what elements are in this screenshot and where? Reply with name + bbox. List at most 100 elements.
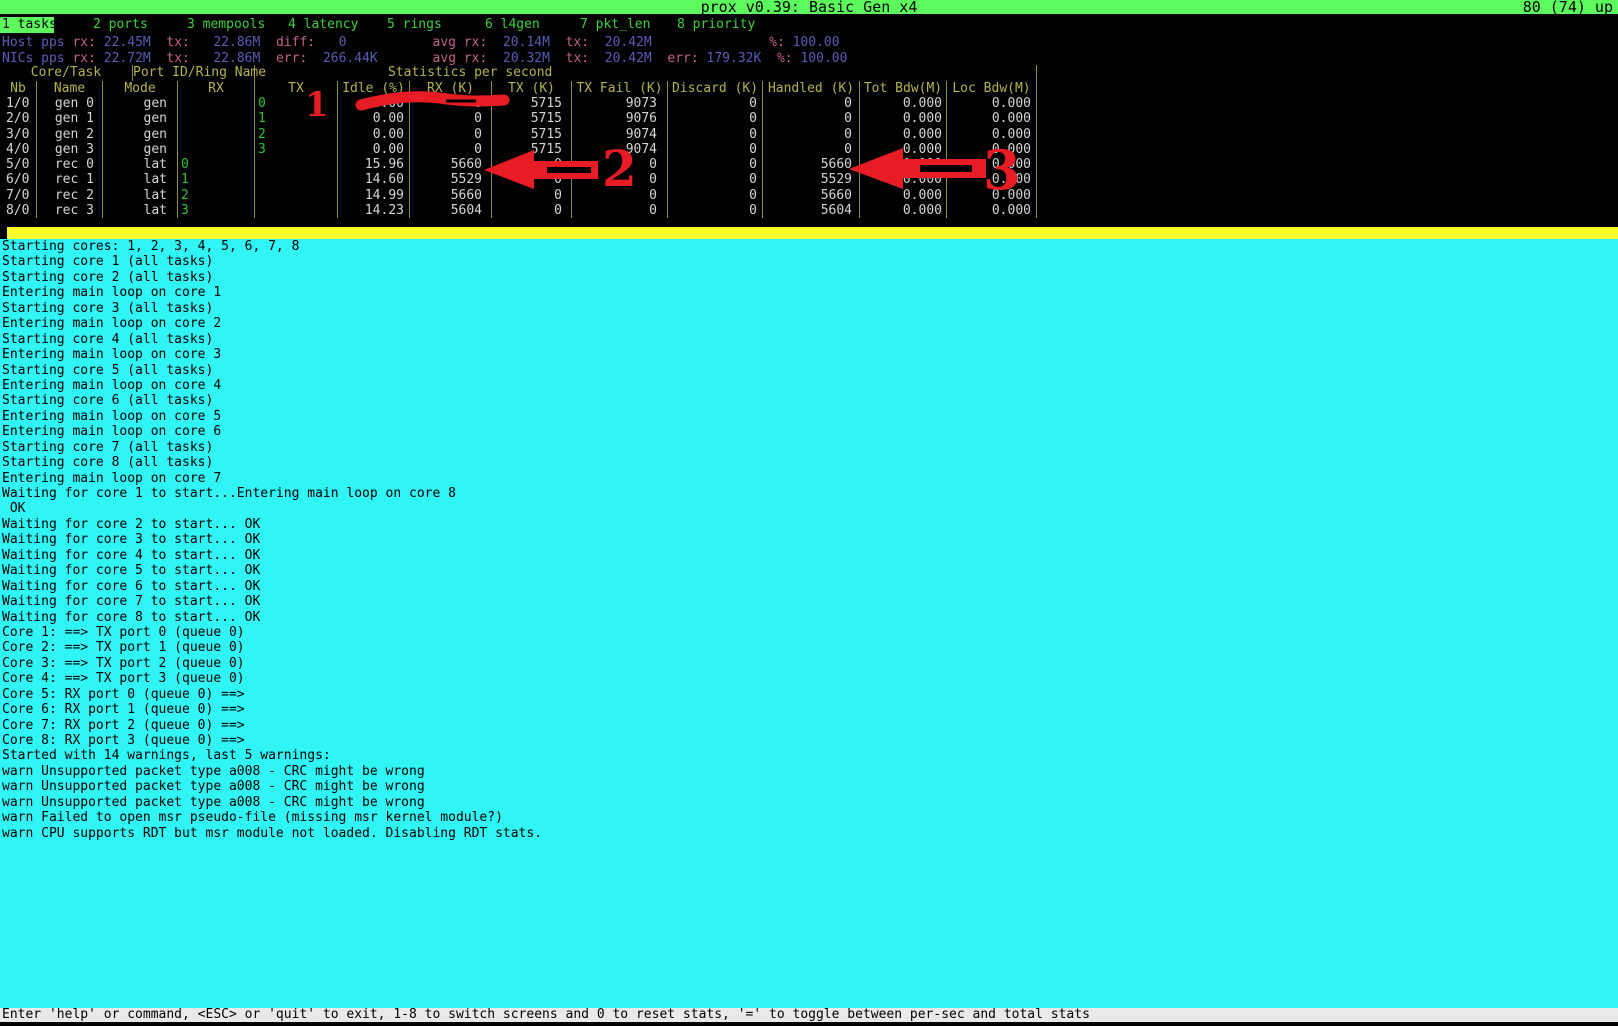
cell: 0 — [572, 188, 668, 203]
cell: 0.000 — [860, 96, 947, 111]
log-line: Entering main loop on core 1 — [0, 285, 1618, 300]
titlebar: prox v0.39: Basic Gen x4 80 (74) up — [0, 0, 1618, 14]
tab-7-pkt_len[interactable]: 7 pkt_len — [580, 17, 650, 33]
stats-segment: 22.86M — [213, 35, 260, 50]
log-line: Core 4: ==> TX port 3 (queue 0) — [0, 671, 1618, 686]
column-header: Tot Bdw(M) — [860, 81, 947, 97]
log-line: Waiting for core 4 to start... OK — [0, 548, 1618, 563]
cell: 0 — [255, 96, 338, 111]
column-header: Discard (K) — [668, 81, 763, 97]
tab-6-l4gen[interactable]: 6 l4gen — [485, 17, 540, 33]
table-row: 1/0gen 0gen00.00057159073000.0000.000 — [0, 96, 1037, 111]
column-header: TX — [255, 81, 338, 97]
column-header: Name — [37, 81, 103, 97]
cell: 0 — [668, 188, 763, 203]
log-line: Waiting for core 2 to start... OK — [0, 517, 1618, 532]
cell: 0 — [572, 203, 668, 218]
cell: 5715 — [492, 127, 572, 142]
log-line: Starting core 2 (all tasks) — [0, 270, 1618, 285]
cell: 9074 — [572, 142, 668, 157]
stats-segment: avg rx: — [433, 35, 503, 50]
log-area: Starting cores: 1, 2, 3, 4, 5, 6, 7, 8 St… — [0, 239, 1618, 1008]
cell: 0.000 — [947, 96, 1037, 111]
stats-segment: tx: — [151, 51, 214, 66]
stats-segment: diff: — [260, 35, 338, 50]
stats-segment: avg rx: — [433, 51, 503, 66]
log-line: Core 8: RX port 3 (queue 0) ==> — [0, 733, 1618, 748]
tab-8-priority[interactable]: 8 priority — [677, 17, 755, 33]
log-line: warn Unsupported packet type a008 - CRC … — [0, 779, 1618, 794]
stats-segment: rx: — [65, 35, 104, 50]
cell: 0 — [763, 127, 860, 142]
table-row: 7/0rec 2lat214.99566000056600.0000.000 — [0, 188, 1037, 203]
log-line: Starting cores: 1, 2, 3, 4, 5, 6, 7, 8 — [0, 239, 1618, 254]
cell: 5660 — [410, 188, 492, 203]
separator-bar — [7, 227, 1618, 239]
stats-segment: err: — [652, 51, 707, 66]
cell: 0.000 — [860, 127, 947, 142]
cell: 0 — [668, 172, 763, 187]
cell: 0 — [572, 157, 668, 172]
log-line: warn Failed to open msr pseudo-file (mis… — [0, 810, 1618, 825]
cell: 0 — [668, 111, 763, 126]
log-line: Waiting for core 6 to start... OK — [0, 579, 1618, 594]
cell: 7/0 — [0, 188, 37, 203]
log-line: warn Unsupported packet type a008 - CRC … — [0, 764, 1618, 779]
cell: 0 — [668, 127, 763, 142]
tab-1-tasks[interactable]: 1 tasks — [0, 17, 54, 33]
tab-2-ports[interactable]: 2 ports — [93, 17, 148, 33]
cell: 0 — [668, 203, 763, 218]
log-line: Waiting for core 1 to start...Entering m… — [0, 486, 1618, 501]
cell: 0.000 — [947, 188, 1037, 203]
tab-4-latency[interactable]: 4 latency — [288, 17, 358, 33]
cell: 0 — [492, 172, 572, 187]
cell: 2/0 — [0, 111, 37, 126]
stats-segment: 179.32K — [707, 51, 762, 66]
cell: 0.000 — [947, 111, 1037, 126]
stats-segment — [378, 51, 433, 66]
cell: 0 — [668, 157, 763, 172]
status-bar: Enter 'help' or command, <ESC> or 'quit'… — [0, 1008, 1618, 1022]
cell: 3 — [178, 203, 255, 218]
cell — [178, 111, 255, 126]
cell: 0.000 — [860, 203, 947, 218]
cell — [255, 157, 338, 172]
cell: 8/0 — [0, 203, 37, 218]
cell: 2 — [178, 188, 255, 203]
log-line: Entering main loop on core 6 — [0, 424, 1618, 439]
column-header: Mode — [103, 81, 178, 97]
column-header: RX — [178, 81, 255, 97]
cell: 5660 — [410, 157, 492, 172]
cell: 6/0 — [0, 172, 37, 187]
log-line: Core 1: ==> TX port 0 (queue 0) — [0, 625, 1618, 640]
cell: gen 2 — [37, 127, 103, 142]
cell: 0 — [178, 157, 255, 172]
cell: rec 1 — [37, 172, 103, 187]
log-line: warn CPU supports RDT but msr module not… — [0, 826, 1618, 841]
table-row: 3/0gen 2gen20.00057159074000.0000.000 — [0, 127, 1037, 142]
cell — [178, 127, 255, 142]
cell: 9073 — [572, 96, 668, 111]
stats-block: Host pps rx: 22.45M tx: 22.86M diff: 0 a… — [2, 35, 847, 66]
tab-5-rings[interactable]: 5 rings — [387, 17, 442, 33]
stats-segment: err: — [260, 51, 323, 66]
stats-segment: 20.42M — [605, 35, 652, 50]
prox-terminal-screen[interactable]: prox v0.39: Basic Gen x4 80 (74) up 1 ta… — [0, 0, 1618, 1026]
stats-segment — [652, 35, 769, 50]
column-header: Nb — [0, 81, 37, 97]
cell: 0 — [410, 111, 492, 126]
cell — [178, 96, 255, 111]
log-line: Starting core 3 (all tasks) — [0, 301, 1618, 316]
log-line: Waiting for core 3 to start... OK — [0, 532, 1618, 547]
cell: 0 — [763, 96, 860, 111]
cell: 5715 — [492, 96, 572, 111]
log-line: warn Unsupported packet type a008 - CRC … — [0, 795, 1618, 810]
stats-segment: 20.42M — [605, 51, 652, 66]
cell: rec 0 — [37, 157, 103, 172]
log-line: Starting core 8 (all tasks) — [0, 455, 1618, 470]
cell: lat — [103, 172, 178, 187]
tab-3-mempools[interactable]: 3 mempools — [187, 17, 265, 33]
cell: gen 3 — [37, 142, 103, 157]
cell: 0.000 — [947, 142, 1037, 157]
cell: 0.000 — [947, 172, 1037, 187]
